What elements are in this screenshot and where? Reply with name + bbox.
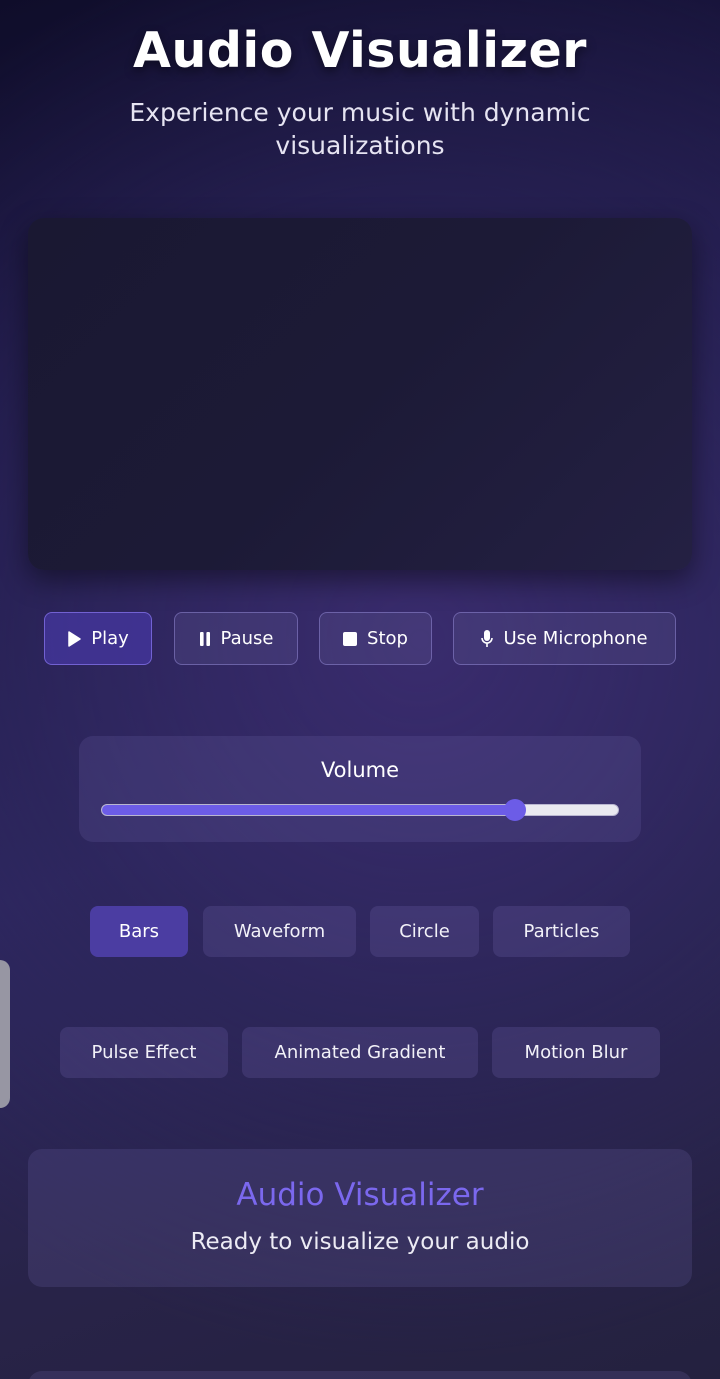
- side-panel-handle[interactable]: [0, 960, 10, 1108]
- pause-button[interactable]: Pause: [174, 612, 298, 665]
- viz-type-circle[interactable]: Circle: [370, 906, 479, 957]
- play-button-label: Play: [91, 628, 129, 649]
- viz-type-bars[interactable]: Bars: [90, 906, 188, 957]
- viz-type-particles[interactable]: Particles: [493, 906, 630, 957]
- volume-slider[interactable]: [101, 799, 619, 821]
- volume-slider-thumb[interactable]: [503, 799, 526, 821]
- pause-icon: [199, 631, 211, 646]
- effect-pulse[interactable]: Pulse Effect: [60, 1027, 228, 1078]
- play-icon: [67, 630, 81, 647]
- info-panel: Audio Visualizer Ready to visualize your…: [28, 1149, 692, 1287]
- use-microphone-button[interactable]: Use Microphone: [453, 612, 676, 665]
- volume-label: Volume: [320, 758, 400, 782]
- volume-slider-fill: [102, 805, 515, 815]
- info-status: Ready to visualize your audio: [190, 1229, 530, 1255]
- info-title: Audio Visualizer: [236, 1177, 484, 1213]
- microphone-icon: [481, 629, 494, 648]
- volume-panel: Volume: [79, 736, 641, 842]
- viz-type-waveform[interactable]: Waveform: [203, 906, 356, 957]
- page-title: Audio Visualizer: [133, 22, 587, 79]
- stop-icon: [343, 631, 358, 646]
- bottom-panel: [28, 1371, 692, 1379]
- stop-button-label: Stop: [367, 628, 408, 649]
- page-subtitle: Experience your music with dynamic visua…: [129, 98, 591, 160]
- effect-motion-blur[interactable]: Motion Blur: [492, 1027, 660, 1078]
- use-microphone-button-label: Use Microphone: [503, 628, 648, 649]
- pause-button-label: Pause: [220, 628, 274, 649]
- stop-button[interactable]: Stop: [319, 612, 432, 665]
- play-button[interactable]: Play: [44, 612, 152, 665]
- effect-animated-gradient[interactable]: Animated Gradient: [242, 1027, 478, 1078]
- visualizer-canvas: [28, 218, 692, 570]
